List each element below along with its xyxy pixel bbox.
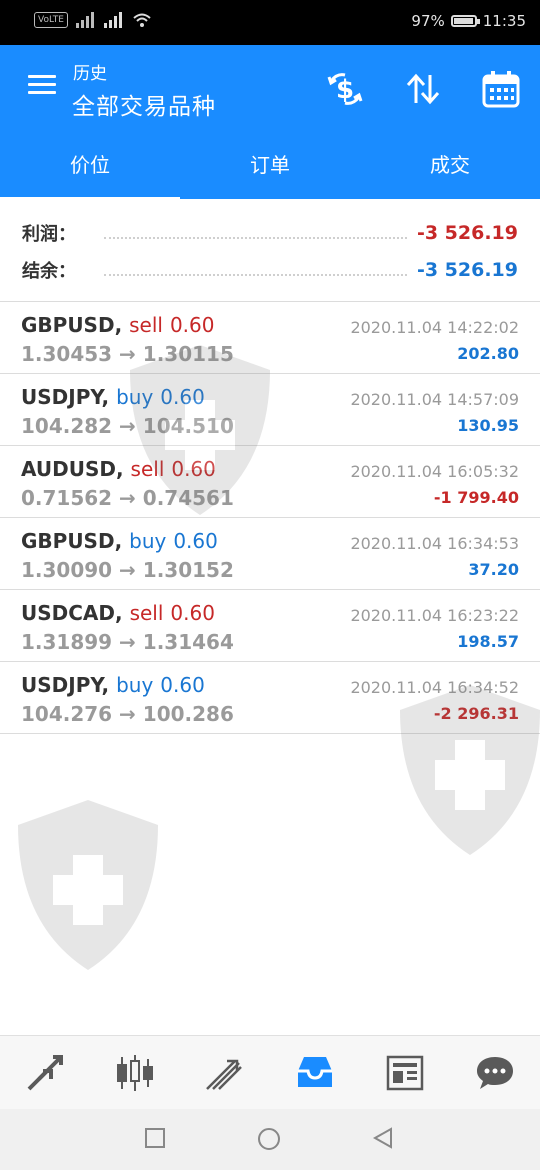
tab-bar: 价位 订单 成交: [0, 129, 540, 201]
deal-row[interactable]: USDJPY, buy 0.60 104.282 → 104.510 2020.11…: [0, 374, 540, 446]
deal-volume: 0.60: [173, 529, 218, 553]
balance-value: -3 526.19: [416, 259, 518, 281]
battery-percent: 97%: [411, 12, 445, 30]
svg-text:$: $: [336, 75, 354, 105]
deal-prices: 0.71562 → 0.74561: [21, 486, 234, 510]
tab-deals[interactable]: 成交: [360, 129, 540, 199]
candlestick-chart-icon: [117, 1055, 153, 1091]
deal-profit: -1 799.40: [433, 488, 519, 507]
deal-row[interactable]: USDCAD, sell 0.60 1.31899 → 1.31464 2020.1…: [0, 590, 540, 662]
nav-chart[interactable]: [90, 1036, 180, 1110]
nav-history[interactable]: [270, 1036, 360, 1110]
clock: 11:35: [482, 12, 526, 30]
deal-side: sell: [130, 457, 165, 481]
deal-time: 2020.11.04 16:34:52: [350, 678, 519, 697]
deal-symbol: GBPUSD,: [21, 529, 123, 553]
deal-volume: 0.60: [160, 673, 205, 697]
deal-side: sell: [129, 313, 163, 337]
calendar-icon[interactable]: [481, 69, 521, 109]
deal-volume: 0.60: [171, 457, 216, 481]
deal-prices: 104.282 → 104.510: [21, 414, 234, 438]
deal-volume: 0.60: [160, 385, 205, 409]
system-nav-bar: [0, 1109, 540, 1170]
quotes-arrows-icon: [27, 1055, 63, 1091]
deal-symbol-line: GBPUSD, sell 0.60: [21, 313, 214, 337]
deal-row[interactable]: USDJPY, buy 0.60 104.276 → 100.286 2020.11…: [0, 662, 540, 734]
deal-row[interactable]: GBPUSD, buy 0.60 1.30090 → 1.30152 2020.11…: [0, 518, 540, 590]
deal-time: 2020.11.04 16:05:32: [350, 462, 519, 481]
deal-profit: 198.57: [457, 632, 519, 651]
deal-symbol-line: USDCAD, sell 0.60: [21, 601, 215, 625]
tab-positions[interactable]: 价位: [0, 129, 180, 201]
deal-time: 2020.11.04 14:22:02: [350, 318, 519, 337]
deals-list: GBPUSD, sell 0.60 1.30453 → 1.30115 2020.1…: [0, 302, 540, 734]
status-bar: VoLTE 97% 11:35: [0, 0, 540, 45]
deal-symbol: USDCAD,: [21, 601, 123, 625]
profit-row: 利润： -3 526.19: [22, 215, 518, 251]
deal-symbol: AUDUSD,: [21, 457, 124, 481]
nav-quotes[interactable]: [0, 1036, 90, 1110]
chat-icon: [477, 1057, 513, 1089]
balance-label: 结余：: [22, 261, 76, 282]
profit-value: -3 526.19: [416, 222, 518, 244]
deal-prices: 1.30090 → 1.30152: [21, 558, 234, 582]
sort-icon[interactable]: [403, 69, 443, 109]
history-inbox-icon: [298, 1057, 332, 1087]
deal-symbol-line: USDJPY, buy 0.60: [21, 385, 205, 409]
deal-profit: -2 296.31: [433, 704, 519, 723]
status-right: 97% 11:35: [411, 12, 526, 30]
nav-chat[interactable]: [450, 1036, 540, 1110]
deal-row[interactable]: AUDUSD, sell 0.60 0.71562 → 0.74561 2020.1…: [0, 446, 540, 518]
deal-prices: 104.276 → 100.286: [21, 702, 234, 726]
deal-prices: 1.31899 → 1.31464: [21, 630, 234, 654]
dotted-leader: [104, 227, 407, 239]
volte-badge: VoLTE: [34, 12, 68, 28]
deal-side: buy: [116, 673, 154, 697]
watermark-shield-icon: [18, 800, 158, 970]
recents-square-icon[interactable]: [144, 1127, 166, 1149]
bottom-nav: [0, 1035, 540, 1110]
back-triangle-icon[interactable]: [372, 1127, 394, 1149]
deal-time: 2020.11.04 14:57:09: [350, 390, 519, 409]
deal-row[interactable]: GBPUSD, sell 0.60 1.30453 → 1.30115 2020.1…: [0, 302, 540, 374]
profit-label: 利润：: [22, 224, 76, 245]
wifi-icon: [133, 13, 151, 27]
app-bar-title[interactable]: 全部交易品种: [72, 87, 216, 121]
menu-icon[interactable]: [28, 75, 56, 95]
app-bar: 历史 全部交易品种 $: [0, 45, 540, 129]
nav-trade[interactable]: [180, 1036, 270, 1110]
deal-volume: 0.60: [169, 313, 215, 337]
deal-profit: 130.95: [457, 416, 519, 435]
deal-side: buy: [129, 529, 167, 553]
deal-symbol: GBPUSD,: [21, 313, 123, 337]
deal-symbol-line: GBPUSD, buy 0.60: [21, 529, 218, 553]
tab-orders[interactable]: 订单: [180, 129, 360, 199]
deal-volume: 0.60: [170, 601, 215, 625]
battery-icon: [450, 15, 480, 27]
currency-icon[interactable]: $: [325, 69, 365, 109]
deal-prices: 1.30453 → 1.30115: [21, 342, 234, 366]
nav-news[interactable]: [360, 1036, 450, 1110]
deal-profit: 202.80: [457, 344, 519, 363]
news-icon: [386, 1055, 424, 1091]
signal-icon: [103, 12, 122, 28]
dotted-leader: [104, 264, 407, 276]
deal-time: 2020.11.04 16:23:22: [350, 606, 519, 625]
app-bar-subtitle: 历史: [73, 64, 107, 84]
balance-row: 结余： -3 526.19: [22, 252, 518, 288]
trade-icon: [206, 1059, 242, 1090]
deal-side: buy: [116, 385, 154, 409]
summary-panel: 利润： -3 526.19 结余： -3 526.19: [0, 201, 540, 302]
home-circle-icon[interactable]: [257, 1127, 281, 1151]
deal-symbol-line: USDJPY, buy 0.60: [21, 673, 205, 697]
deal-time: 2020.11.04 16:34:53: [350, 534, 519, 553]
deal-profit: 37.20: [468, 560, 519, 579]
deal-symbol: USDJPY,: [21, 385, 110, 409]
status-left: VoLTE: [34, 12, 152, 28]
signal-icon: [75, 12, 94, 28]
deal-side: sell: [129, 601, 164, 625]
deal-symbol: USDJPY,: [21, 673, 110, 697]
deal-symbol-line: AUDUSD, sell 0.60: [21, 457, 216, 481]
